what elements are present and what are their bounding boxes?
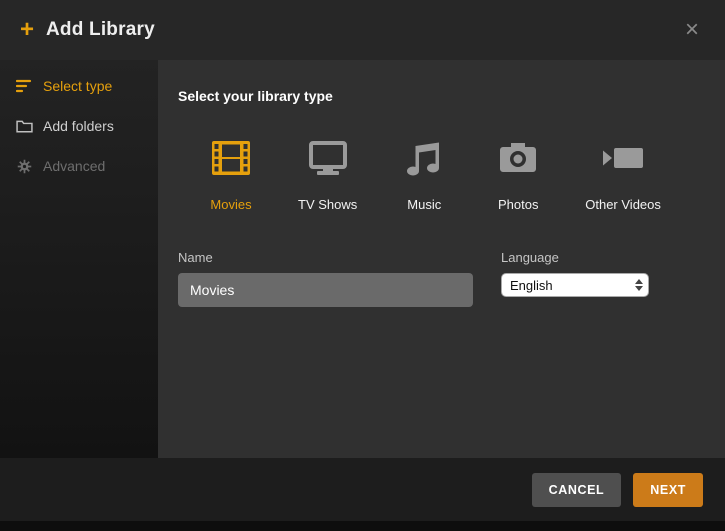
list-icon	[14, 79, 34, 93]
sidebar-item-add-folders[interactable]: Add folders	[0, 106, 158, 146]
sidebar-item-select-type[interactable]: Select type	[0, 66, 158, 106]
language-select[interactable]: English	[501, 273, 649, 297]
tv-icon	[305, 136, 351, 185]
library-type-movies[interactable]: Movies	[204, 136, 258, 212]
gear-icon	[14, 159, 34, 174]
language-field-block: Language English	[501, 250, 649, 297]
library-type-label: TV Shows	[298, 197, 357, 212]
dialog-footer: CANCEL NEXT	[0, 458, 725, 521]
plus-icon: +	[20, 18, 34, 42]
video-camera-icon	[600, 136, 646, 185]
camera-icon	[495, 136, 541, 185]
library-type-label: Other Videos	[585, 197, 661, 212]
add-library-dialog: + Add Library × Select type	[0, 0, 725, 531]
page-edge	[0, 521, 725, 531]
close-icon: ×	[685, 16, 699, 43]
sidebar-item-label: Add folders	[43, 118, 114, 134]
sidebar-item-label: Select type	[43, 78, 112, 94]
music-note-icon	[401, 136, 447, 185]
library-type-music[interactable]: Music	[397, 136, 451, 212]
sidebar: Select type Add folders	[0, 60, 158, 458]
language-select-wrap: English	[501, 273, 649, 297]
library-type-label: Movies	[210, 197, 251, 212]
section-heading: Select your library type	[178, 88, 701, 104]
sidebar-item-label: Advanced	[43, 158, 105, 174]
close-button[interactable]: ×	[679, 14, 705, 46]
library-type-label: Music	[407, 197, 441, 212]
library-type-tv-shows[interactable]: TV Shows	[298, 136, 357, 212]
cancel-button[interactable]: CANCEL	[532, 473, 622, 507]
name-field-label: Name	[178, 250, 473, 265]
name-input[interactable]	[178, 273, 473, 307]
library-type-other-videos[interactable]: Other Videos	[585, 136, 661, 212]
library-type-row: Movies TV Shows	[178, 136, 701, 212]
library-type-label: Photos	[498, 197, 538, 212]
folder-icon	[14, 120, 34, 133]
library-type-photos[interactable]: Photos	[491, 136, 545, 212]
film-icon	[208, 136, 254, 185]
fields-row: Name Language English	[178, 250, 701, 307]
language-field-label: Language	[501, 250, 649, 265]
sidebar-item-advanced[interactable]: Advanced	[0, 146, 158, 186]
dialog-title: Add Library	[46, 19, 155, 41]
main-content: Select your library type	[158, 60, 725, 458]
dialog-header: + Add Library ×	[0, 0, 725, 60]
dialog-body: Select type Add folders	[0, 60, 725, 458]
name-field-block: Name	[178, 250, 473, 307]
next-button[interactable]: NEXT	[633, 473, 703, 507]
